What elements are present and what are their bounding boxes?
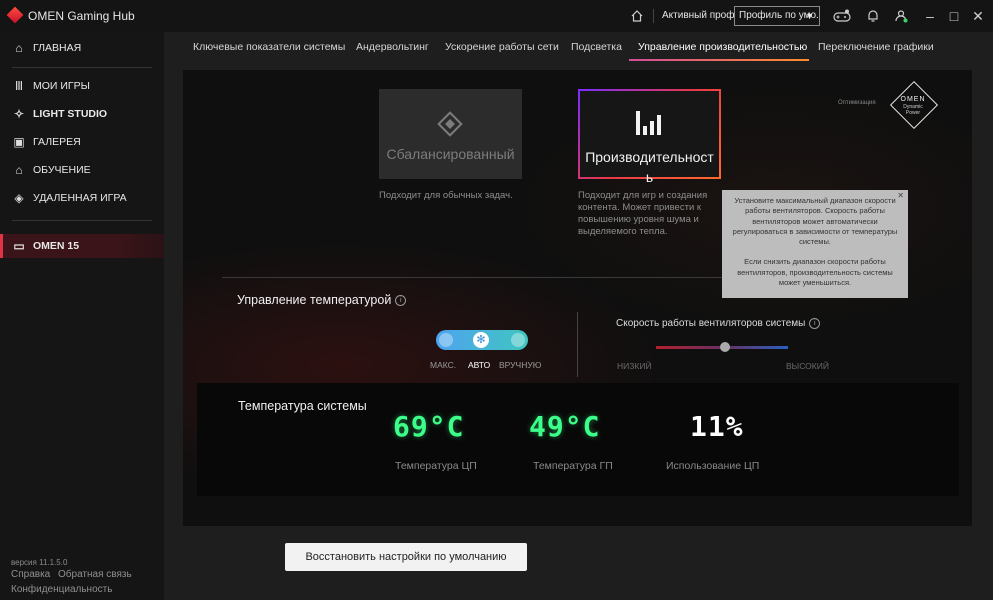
sidebar-item-light-studio[interactable]: ✧ LIGHT STUDIO xyxy=(0,102,164,126)
tab-network-boost[interactable]: Ускорение работы сети xyxy=(445,41,559,53)
help-link[interactable]: Справка xyxy=(11,569,50,580)
feedback-link[interactable]: Обратная связь xyxy=(58,569,132,580)
sidebar-item-label: OMEN 15 xyxy=(33,240,80,252)
close-icon[interactable]: ✕ xyxy=(968,6,988,26)
thermal-option-manual[interactable]: ВРУЧНУЮ xyxy=(499,360,541,370)
bell-icon[interactable] xyxy=(863,6,883,26)
mode-balanced-desc: Подходит для обычных задач. xyxy=(379,190,513,201)
sidebar-item-home[interactable]: ⌂ ГЛАВНАЯ xyxy=(0,36,164,60)
badge-brand: OMEN xyxy=(900,96,926,103)
mode-performance-desc-line: Подходит для игр и создания xyxy=(578,190,708,201)
title-bar: OMEN Gaming Hub Активный профиль Профиль… xyxy=(0,0,993,32)
graduation-icon: ⌂ xyxy=(15,163,23,177)
sidebar-item-omen-15[interactable]: ▭ OMEN 15 xyxy=(0,234,167,258)
close-icon[interactable]: ✕ xyxy=(897,191,904,201)
sidebar-item-label: ОБУЧЕНИЕ xyxy=(33,164,91,176)
mode-card-performance[interactable]: Производительность xyxy=(578,89,721,185)
thermal-option-dot xyxy=(439,333,453,347)
fan-speed-slider-thumb[interactable] xyxy=(719,342,730,352)
chevron-down-icon: ▼ xyxy=(805,11,814,21)
gamepad-icon[interactable] xyxy=(832,6,852,26)
info-icon[interactable]: i xyxy=(395,295,407,307)
sidebar-item-label: МОИ ИГРЫ xyxy=(33,80,90,92)
thermal-mode-switch[interactable]: ✻ xyxy=(436,330,528,350)
minimize-icon[interactable]: – xyxy=(920,6,940,26)
fan-speed-title-text: Скорость работы вентиляторов системы xyxy=(616,318,806,330)
sidebar-item-my-games[interactable]: Ⅲ МОИ ИГРЫ xyxy=(0,74,164,98)
privacy-link[interactable]: Конфиденциальность xyxy=(11,584,112,595)
fan-speed-title: Скорость работы вентиляторов системы i xyxy=(616,318,821,330)
diamond-icon xyxy=(437,111,463,137)
fan-speed-tooltip: ✕ Установите максимальный диапазон скоро… xyxy=(722,190,908,298)
mode-card-balanced[interactable]: Сбалансированный xyxy=(379,89,522,179)
performance-bars-icon xyxy=(636,111,661,135)
sparkle-icon: ✧ xyxy=(13,107,25,121)
maximize-icon[interactable]: □ xyxy=(944,6,964,26)
optimization-label: Оптимизация xyxy=(838,100,876,106)
restore-defaults-button[interactable]: Восстановить настройки по умолчанию xyxy=(285,543,527,571)
omen-logo-icon xyxy=(6,6,24,24)
active-tab-indicator xyxy=(629,59,809,61)
cpu-usage-label: Использование ЦП xyxy=(666,460,760,472)
sidebar-item-label: LIGHT STUDIO xyxy=(33,108,108,120)
thermal-option-auto[interactable]: АВТО xyxy=(468,360,490,370)
section-divider xyxy=(222,277,722,278)
system-temperature-title: Температура системы xyxy=(238,399,367,413)
sidebar-item-label: ГЛАВНАЯ xyxy=(33,42,82,54)
title-separator xyxy=(653,9,654,23)
sidebar-item-remote-play[interactable]: ◈ УДАЛЕННАЯ ИГРА xyxy=(0,186,164,210)
thermal-control-title-text: Управление температурой xyxy=(237,293,392,307)
tab-key-metrics[interactable]: Ключевые показатели системы xyxy=(193,41,345,53)
sidebar-divider xyxy=(12,220,152,221)
mode-performance-desc-line: выделяемого тепла. xyxy=(578,226,668,237)
home-icon[interactable] xyxy=(627,6,647,26)
thermal-divider xyxy=(577,312,578,377)
mode-performance-desc-line: контента. Может привести к xyxy=(578,202,702,213)
app-title: OMEN Gaming Hub xyxy=(28,9,135,23)
sidebar-item-learning[interactable]: ⌂ ОБУЧЕНИЕ xyxy=(0,158,164,182)
mode-balanced-name: Сбалансированный xyxy=(386,146,515,162)
user-icon[interactable] xyxy=(891,6,911,26)
mode-performance-desc-line: повышению уровня шума и xyxy=(578,214,699,225)
laptop-icon: ▭ xyxy=(13,239,25,253)
thermal-control-title: Управление температурой i xyxy=(237,293,407,307)
sidebar-item-label: УДАЛЕННАЯ ИГРА xyxy=(33,192,127,204)
cpu-usage-value: 11% xyxy=(690,410,744,443)
gallery-icon: ▣ xyxy=(13,135,25,149)
app-version: версия 11.1.5.0 xyxy=(11,558,68,567)
tab-undervolting[interactable]: Андервольтинг xyxy=(356,41,429,53)
gpu-temperature-value: 49°C xyxy=(529,410,601,443)
tab-graphics-switching[interactable]: Переключение графики xyxy=(818,41,934,53)
badge-line: Power xyxy=(905,110,921,116)
tooltip-paragraph: Установите максимальный диапазон скорост… xyxy=(732,196,898,247)
omen-dynamic-power-badge: OMEN Dynamic Power xyxy=(889,80,939,130)
fan-speed-low-label: НИЗКИЙ xyxy=(617,361,652,371)
cpu-temperature-label: Температура ЦП xyxy=(395,460,477,472)
fan-speed-high-label: ВЫСОКИЙ xyxy=(786,361,829,371)
thermal-option-max[interactable]: МАКС. xyxy=(430,360,456,370)
sidebar: ⌂ ГЛАВНАЯ Ⅲ МОИ ИГРЫ ✧ LIGHT STUDIO ▣ ГА… xyxy=(0,32,167,600)
badge-caption: Dynamic Power xyxy=(889,104,937,116)
tab-performance-control[interactable]: Управление производительностью xyxy=(638,41,807,53)
fan-icon: ✻ xyxy=(473,332,489,348)
sidebar-item-label: ГАЛЕРЕЯ xyxy=(33,136,81,148)
home-icon: ⌂ xyxy=(15,41,23,55)
profile-select[interactable]: Профиль по умо... ▼ xyxy=(734,6,820,26)
mode-performance-desc: Подходит для игр и создания контента. Мо… xyxy=(578,190,707,238)
gpu-temperature-label: Температура ГП xyxy=(533,460,613,472)
info-icon[interactable]: i xyxy=(809,318,821,329)
remote-play-icon: ◈ xyxy=(14,191,24,205)
thermal-option-dot xyxy=(511,333,525,347)
tooltip-paragraph: Если снизить диапазон скорости работы ве… xyxy=(737,257,893,288)
mode-performance-name: Производительность xyxy=(585,149,714,185)
sidebar-item-gallery[interactable]: ▣ ГАЛЕРЕЯ xyxy=(0,130,164,154)
tab-lighting[interactable]: Подсветка xyxy=(571,41,622,53)
sidebar-divider xyxy=(12,67,152,68)
library-icon: Ⅲ xyxy=(14,79,24,93)
cpu-temperature-value: 69°C xyxy=(393,410,465,443)
